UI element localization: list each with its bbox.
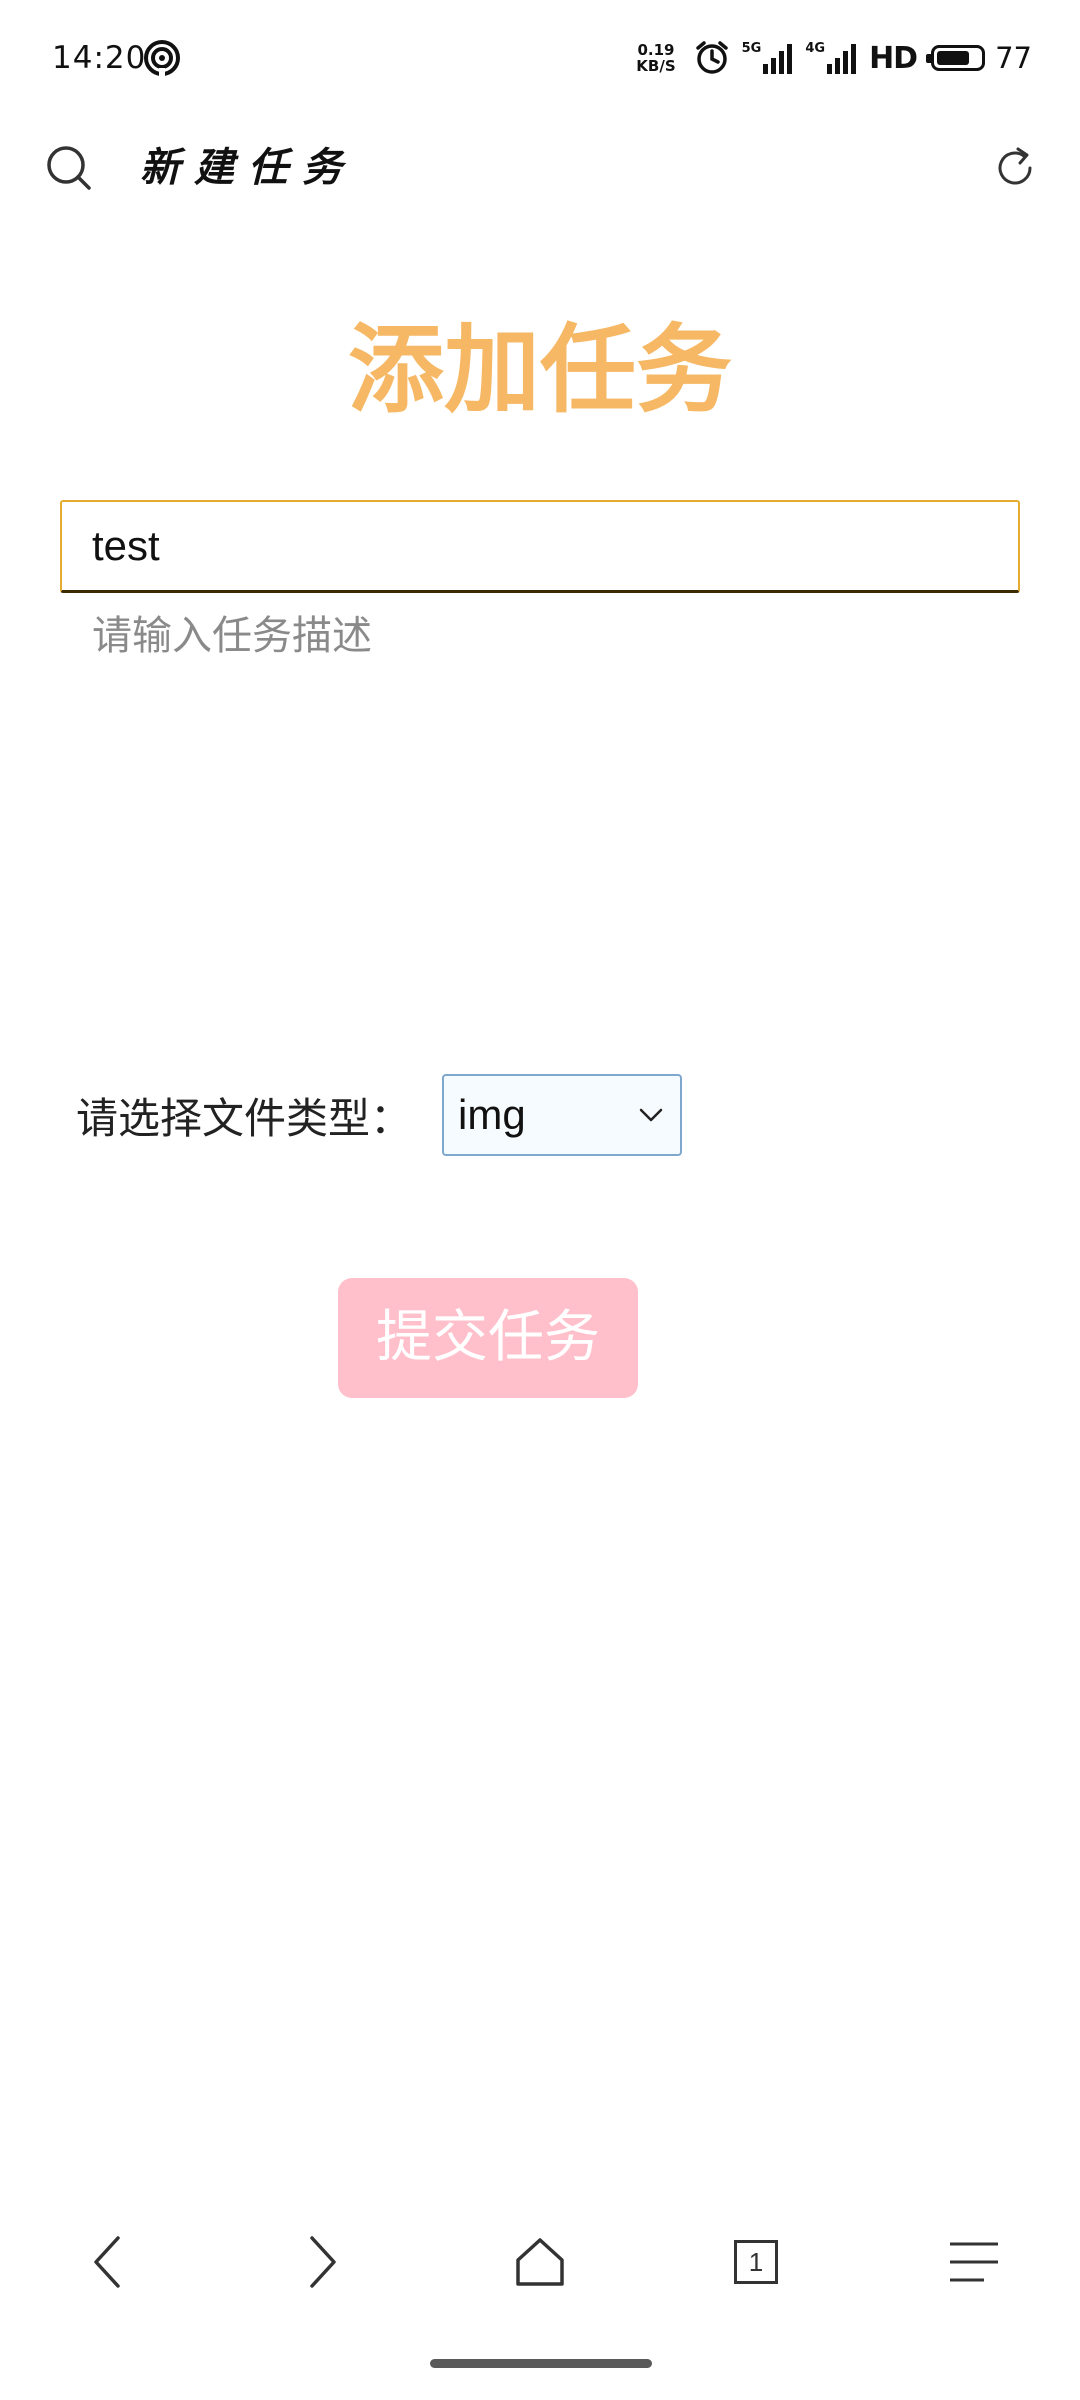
refresh-icon[interactable] <box>990 143 1040 193</box>
gesture-bar[interactable] <box>430 2359 652 2368</box>
battery-fill <box>937 51 970 65</box>
nav-home-button[interactable] <box>508 2230 572 2294</box>
net-speed: 0.19 KB/S <box>636 42 675 74</box>
signal-5g-label: 5G <box>741 41 762 56</box>
nav-menu-button[interactable] <box>942 2230 1006 2294</box>
filetype-row: 请选择文件类型： img <box>76 1074 683 1156</box>
alarm-icon <box>695 41 728 74</box>
form-heading: 添加任务 <box>348 314 732 426</box>
signal-bars-icon <box>763 44 793 74</box>
signal-4g: 4G <box>805 42 857 74</box>
tabs-icon: 1 <box>734 2240 778 2284</box>
home-icon <box>516 2238 564 2286</box>
hd-voice-label: HD <box>869 40 918 76</box>
filetype-label: 请选择文件类型： <box>76 1093 413 1143</box>
search-icon[interactable] <box>44 143 94 193</box>
status-bar: 14:20 0.19 KB/S 5G 4G HD 77 <box>0 0 1080 115</box>
task-description-field[interactable] <box>62 606 1062 910</box>
battery-level: 77 <box>995 41 1032 75</box>
signal-5g: 5G <box>742 42 794 74</box>
bottom-nav: 1 <box>0 2200 1080 2320</box>
battery-icon <box>926 45 986 71</box>
filetype-selected-value: img <box>458 1091 526 1138</box>
chevron-down-icon <box>639 1108 663 1122</box>
net-speed-unit: KB/S <box>636 57 676 75</box>
nav-forward-button[interactable] <box>290 2230 354 2294</box>
net-speed-value: 0.19 <box>637 41 675 59</box>
status-time: 14:20 <box>52 40 147 76</box>
app-header: 新建任务 <box>0 120 1080 220</box>
menu-icon <box>950 2242 998 2282</box>
submit-task-button[interactable]: 提交任务 <box>338 1278 638 1398</box>
signal-bars-icon <box>827 44 857 74</box>
page-title: 新建任务 <box>140 144 356 191</box>
filetype-select[interactable]: img <box>442 1074 683 1156</box>
tab-count: 1 <box>748 2246 764 2277</box>
signal-4g-label: 4G <box>805 41 826 56</box>
nav-tabs-button[interactable]: 1 <box>724 2230 788 2294</box>
forward-icon <box>310 2236 336 2288</box>
task-name-input[interactable] <box>60 500 1020 593</box>
nav-back-button[interactable] <box>76 2230 140 2294</box>
status-icons: 0.19 KB/S 5G 4G HD 77 <box>636 34 1032 82</box>
hotspot-icon <box>144 40 180 78</box>
back-icon <box>94 2236 120 2288</box>
